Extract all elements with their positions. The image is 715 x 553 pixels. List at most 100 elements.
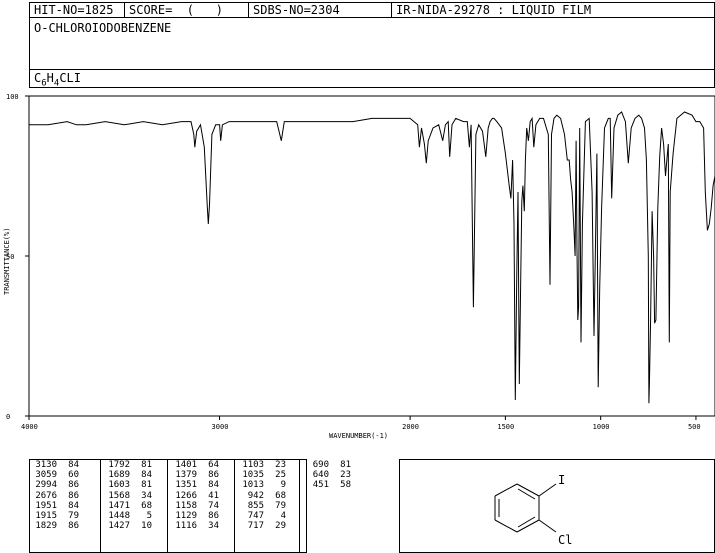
peak-col-sep-1 xyxy=(100,459,101,553)
peak-col-sep-3 xyxy=(234,459,235,553)
spectrum-line xyxy=(29,111,715,404)
peak-transmittance: 81 xyxy=(141,460,152,470)
x-tick-label: 500 xyxy=(688,423,701,431)
peak-wavenumber: 855 xyxy=(247,500,264,511)
peak-row: 942 68 xyxy=(238,491,286,501)
peak-wavenumber: 690 xyxy=(312,460,329,470)
peak-column: 1103 23 1035 25 1013 9 942 68 855 79 747 4 717 29 xyxy=(238,460,286,531)
peak-row: 1351 84 xyxy=(171,480,219,490)
x-tick-label: 4000 xyxy=(21,423,38,431)
y-axis-label: TRANSMITTANCE(%) xyxy=(3,228,11,295)
peak-row: 1427 10 xyxy=(104,521,152,531)
peak-transmittance: 84 xyxy=(141,470,152,481)
peak-row: 1401 64 xyxy=(171,460,219,470)
peak-wavenumber: 1829 xyxy=(35,521,57,532)
x-tick-label: 3000 xyxy=(212,423,229,431)
peak-wavenumber: 2994 xyxy=(35,480,57,491)
peak-row: 1792 81 xyxy=(104,460,152,470)
peak-transmittance: 34 xyxy=(141,490,152,501)
peak-wavenumber: 2676 xyxy=(35,490,57,501)
peak-wavenumber: 1351 xyxy=(175,480,197,491)
peak-row: 855 79 xyxy=(238,501,286,511)
peak-wavenumber: 1471 xyxy=(108,500,130,511)
y-tick-label: 100 xyxy=(6,93,19,101)
peak-row: 1035 25 xyxy=(238,470,286,480)
peak-row: 3059 60 xyxy=(31,470,79,480)
peak-wavenumber: 1013 xyxy=(242,480,264,491)
x-tick-label: 2000 xyxy=(402,423,419,431)
peak-transmittance: 86 xyxy=(208,470,219,481)
peak-transmittance: 41 xyxy=(208,490,219,501)
peak-wavenumber: 451 xyxy=(312,480,329,491)
peak-wavenumber: 1116 xyxy=(175,521,197,532)
peak-transmittance: 86 xyxy=(208,510,219,521)
peak-transmittance: 81 xyxy=(141,480,152,491)
peak-wavenumber: 3059 xyxy=(35,470,57,481)
x-axis-label: WAVENUMBER(-1) xyxy=(329,432,388,440)
peak-wavenumber: 1427 xyxy=(108,521,130,532)
peak-wavenumber: 747 xyxy=(247,510,264,521)
peak-row: 2994 86 xyxy=(31,480,79,490)
peak-transmittance: 4 xyxy=(280,510,286,521)
peak-col-sep-4 xyxy=(299,459,300,553)
peak-wavenumber: 640 xyxy=(312,470,329,481)
peak-column: 690 81 640 23 451 58 xyxy=(303,460,351,491)
peak-transmittance: 29 xyxy=(275,521,286,532)
peak-wavenumber: 1401 xyxy=(175,460,197,470)
peak-wavenumber: 1448 xyxy=(108,510,130,521)
peak-column: 1792 81 1689 84 1603 81 1568 34 1471 68 1448 5 1427 1… xyxy=(104,460,152,531)
peak-row: 1829 86 xyxy=(31,521,79,531)
peak-transmittance: 86 xyxy=(68,521,79,532)
structure-frame xyxy=(399,459,715,553)
peak-transmittance: 84 xyxy=(68,500,79,511)
peak-wavenumber: 1689 xyxy=(108,470,130,481)
peak-transmittance: 5 xyxy=(146,510,152,521)
peak-transmittance: 64 xyxy=(208,460,219,470)
peak-transmittance: 86 xyxy=(68,490,79,501)
peak-row: 747 4 xyxy=(238,511,286,521)
peak-row: 1116 34 xyxy=(171,521,219,531)
peak-row: 1379 86 xyxy=(171,470,219,480)
x-tick-label: 1500 xyxy=(497,423,514,431)
peak-wavenumber: 1951 xyxy=(35,500,57,511)
peak-transmittance: 23 xyxy=(275,460,286,470)
peak-transmittance: 81 xyxy=(340,460,351,470)
peak-transmittance: 68 xyxy=(141,500,152,511)
peak-col-sep-2 xyxy=(167,459,168,553)
peak-row: 3130 84 xyxy=(31,460,79,470)
peak-row: 1689 84 xyxy=(104,470,152,480)
peak-row: 1013 9 xyxy=(238,480,286,490)
peak-transmittance: 34 xyxy=(208,521,219,532)
peak-column: 1401 64 1379 86 1351 84 1266 41 1158 74 1129 86 1116… xyxy=(171,460,219,531)
peak-row: 1129 86 xyxy=(171,511,219,521)
peak-transmittance: 10 xyxy=(141,521,152,532)
peak-transmittance: 60 xyxy=(68,470,79,481)
peak-row: 1471 68 xyxy=(104,501,152,511)
peak-transmittance: 68 xyxy=(275,490,286,501)
peak-transmittance: 74 xyxy=(208,500,219,511)
peak-transmittance: 23 xyxy=(340,470,351,481)
peak-transmittance: 86 xyxy=(68,480,79,491)
peak-wavenumber: 3130 xyxy=(35,460,57,470)
peak-wavenumber: 717 xyxy=(247,521,264,532)
peak-wavenumber: 1103 xyxy=(242,460,264,470)
peak-row: 1568 34 xyxy=(104,491,152,501)
peak-row: 1951 84 xyxy=(31,501,79,511)
peak-wavenumber: 1158 xyxy=(175,500,197,511)
peak-row: 690 81 xyxy=(303,460,351,470)
peak-wavenumber: 1379 xyxy=(175,470,197,481)
peak-wavenumber: 1568 xyxy=(108,490,130,501)
peak-transmittance: 58 xyxy=(340,480,351,491)
peak-row: 1158 74 xyxy=(171,501,219,511)
peak-transmittance: 84 xyxy=(68,460,79,470)
y-tick-label: 0 xyxy=(6,413,10,421)
peak-wavenumber: 1035 xyxy=(242,470,264,481)
peak-transmittance: 79 xyxy=(275,500,286,511)
peak-row: 717 29 xyxy=(238,521,286,531)
peak-transmittance: 25 xyxy=(275,470,286,481)
peak-row: 2676 86 xyxy=(31,491,79,501)
peak-wavenumber: 1915 xyxy=(35,510,57,521)
peak-row: 1266 41 xyxy=(171,491,219,501)
peak-wavenumber: 1129 xyxy=(175,510,197,521)
peak-row: 1103 23 xyxy=(238,460,286,470)
